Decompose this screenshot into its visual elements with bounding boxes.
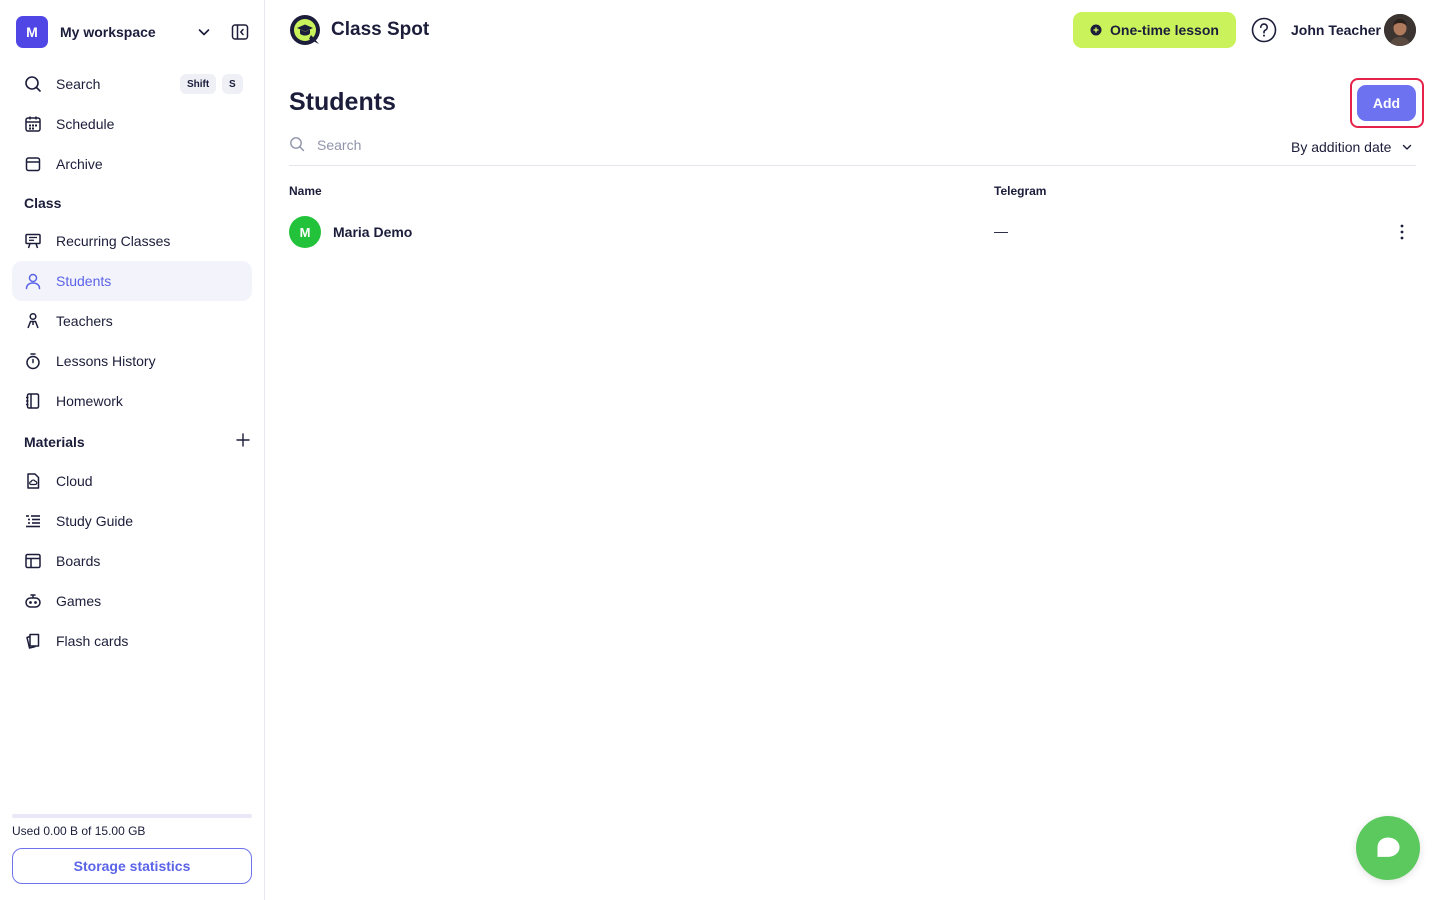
sort-label: By addition date [1291, 139, 1392, 155]
chevron-down-icon[interactable] [196, 24, 212, 40]
student-avatar: M [289, 216, 321, 248]
workspace-avatar: M [16, 16, 48, 48]
sidebar-item-cloud[interactable]: Cloud [12, 461, 252, 501]
storage-usage-text: Used 0.00 B of 15.00 GB [12, 824, 146, 838]
sidebar-item-label: Lessons History [56, 353, 156, 369]
sidebar-item-label: Recurring Classes [56, 233, 171, 249]
notebook-icon [24, 392, 42, 410]
collapse-sidebar-icon[interactable] [231, 23, 249, 41]
one-time-lesson-button[interactable]: One-time lesson [1073, 12, 1236, 48]
more-options-icon[interactable] [1394, 222, 1410, 242]
column-header-telegram: Telegram [994, 184, 1047, 198]
sidebar-item-label: Boards [56, 553, 101, 569]
sidebar-item-label: Students [56, 273, 112, 289]
cards-icon [24, 632, 42, 650]
one-time-lesson-label: One-time lesson [1110, 22, 1219, 38]
page-title: Students [289, 88, 396, 116]
sidebar-item-label: Schedule [56, 116, 115, 132]
sidebar-item-study-guide[interactable]: Study Guide [12, 501, 252, 541]
sidebar-item-label: Cloud [56, 473, 93, 489]
plus-circle-icon [1090, 24, 1102, 36]
sidebar-item-label: Archive [56, 156, 103, 172]
sidebar-item-label: Search [56, 76, 101, 92]
presentation-icon [24, 232, 42, 250]
chevron-down-icon [1403, 144, 1412, 150]
sidebar-item-label: Teachers [56, 313, 113, 329]
sidebar: M My workspace Search Shift S Schedule A… [0, 0, 265, 900]
shortcut-key-shift: Shift [180, 74, 217, 94]
workspace-name: My workspace [60, 24, 156, 40]
sidebar-item-search[interactable]: Search Shift S [12, 64, 252, 104]
workspace-switcher[interactable]: M My workspace [16, 16, 252, 48]
search-icon [290, 137, 305, 152]
section-class-heading: Class [24, 195, 62, 211]
sidebar-item-lessons-history[interactable]: Lessons History [12, 341, 252, 381]
sidebar-item-label: Study Guide [56, 513, 134, 529]
user-photo-icon [1384, 14, 1416, 46]
sidebar-item-games[interactable]: Games [12, 581, 252, 621]
student-telegram: — [994, 223, 1008, 239]
sidebar-item-label: Homework [56, 393, 123, 409]
sidebar-item-label: Flash cards [56, 633, 129, 649]
sidebar-item-schedule[interactable]: Schedule [12, 104, 252, 144]
brand[interactable]: Class Spot [289, 14, 429, 46]
student-name[interactable]: Maria Demo [333, 224, 412, 240]
storage-statistics-button[interactable]: Storage statistics [12, 848, 252, 884]
sidebar-item-archive[interactable]: Archive [12, 144, 252, 184]
sidebar-item-students[interactable]: Students [12, 261, 252, 301]
user-name[interactable]: John Teacher [1291, 22, 1381, 38]
stopwatch-icon [24, 352, 42, 370]
sidebar-item-label: Games [56, 593, 102, 609]
sidebar-item-flash-cards[interactable]: Flash cards [12, 621, 252, 661]
search-divider [289, 165, 1416, 166]
user-avatar[interactable] [1384, 14, 1416, 46]
help-icon[interactable] [1251, 17, 1277, 43]
brand-name: Class Spot [331, 19, 430, 40]
add-student-button[interactable]: Add [1357, 85, 1416, 121]
sort-dropdown[interactable]: By addition date [1291, 139, 1413, 155]
teacher-icon [24, 312, 42, 330]
sidebar-item-homework[interactable]: Homework [12, 381, 252, 421]
search-icon [24, 75, 42, 93]
add-material-icon[interactable] [235, 432, 251, 448]
chat-bubble-icon [1377, 837, 1400, 857]
list-icon [24, 512, 42, 530]
sidebar-item-boards[interactable]: Boards [12, 541, 252, 581]
user-icon [24, 272, 42, 290]
sidebar-item-teachers[interactable]: Teachers [12, 301, 252, 341]
class-spot-logo-icon [290, 15, 320, 45]
sidebar-item-recurring-classes[interactable]: Recurring Classes [12, 221, 252, 261]
column-header-name[interactable]: Name [289, 184, 322, 198]
storage-progress-bar [12, 814, 252, 818]
student-search-input[interactable] [309, 132, 809, 158]
section-materials-heading: Materials [24, 434, 85, 450]
chat-button[interactable] [1356, 816, 1420, 880]
calendar-icon [24, 115, 42, 133]
board-icon [24, 552, 42, 570]
archive-icon [24, 155, 42, 173]
shortcut-key-s: S [222, 74, 243, 94]
gamepad-icon [24, 592, 42, 610]
cloud-file-icon [24, 472, 42, 490]
